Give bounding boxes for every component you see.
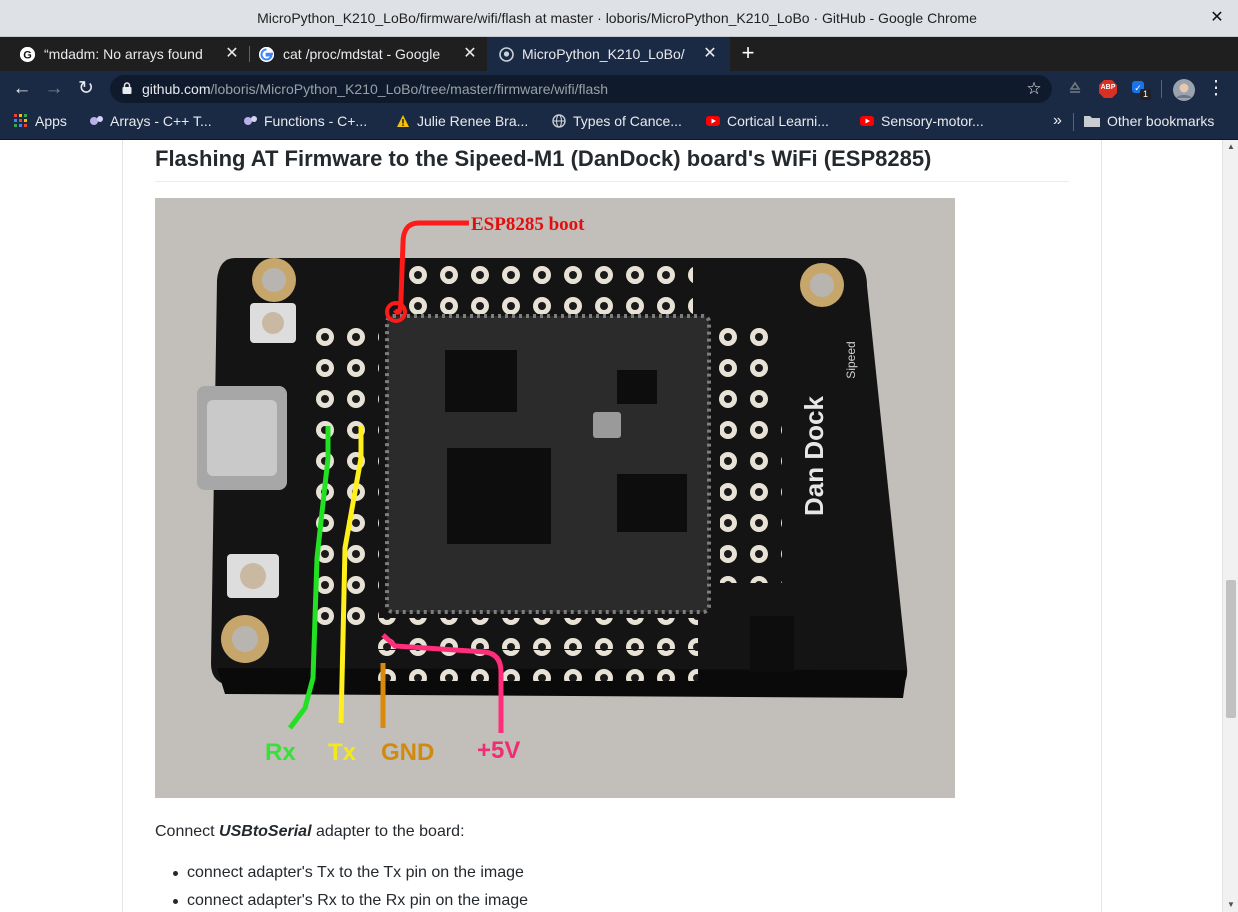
youtube-icon [860,109,874,126]
address-bar[interactable]: github.com/loboris/MicroPython_K210_LoBo… [110,75,1052,103]
para-emphasis: USBtoSerial [219,823,312,840]
g-letter-icon: G [20,47,35,62]
bookmarks-overflow-button[interactable]: » [1053,107,1062,135]
recycle-extension-icon[interactable] [1066,79,1084,99]
bookmark-label: Arrays - C++ T... [110,113,212,129]
back-button[interactable]: ← [10,77,34,101]
bookmark-label: Functions - C+... [264,113,368,129]
figure-label-tx: Tx [328,739,357,766]
tab-strip: G “mdadm: No arrays found ✕ cat /proc/md… [0,37,1238,71]
tab-label: MicroPython_K210_LoBo/ [522,46,685,62]
bookmark-label: Apps [35,113,67,129]
bookmark-label: Types of Cance... [573,113,682,129]
bookmarks-bar: Apps Arrays - C++ T... Functions - C+...… [0,107,1238,140]
adblock-icon[interactable]: ABP [1098,79,1118,99]
para-prefix: Connect [155,823,220,840]
tab-label: “mdadm: No arrays found [44,46,203,62]
new-tab-button[interactable]: + [736,37,760,71]
lock-icon [122,82,132,94]
extension-badge-icon[interactable]: ✓ 1 [1130,79,1154,100]
url-path: /loboris/MicroPython_K210_LoBo/tree/mast… [210,81,609,97]
scroll-down-button[interactable]: ▼ [1223,898,1238,912]
adblock-label: ABP [1100,84,1116,91]
github-icon [499,47,514,62]
browser-toolbar: ← → ↻ github.com/loboris/MicroPython_K21… [0,71,1238,107]
figure-label-gnd: GND [381,739,434,766]
figure-label-5v: +5V [477,737,520,764]
extension-badge-count: 1 [1140,89,1151,100]
para-suffix: adapter to the board: [311,823,465,840]
bookmark-label: Sensory-motor... [881,113,984,129]
tab-mdadm[interactable]: G “mdadm: No arrays found ✕ [0,37,250,71]
svg-text:G: G [23,50,32,62]
scrollbar-thumb[interactable] [1226,580,1236,718]
globe-icon [552,109,566,128]
cpp-icon [89,109,103,125]
url-host: github.com [142,81,211,97]
folder-icon [1084,109,1100,127]
bookmarks-divider [1073,113,1074,131]
connect-paragraph: Connect USBtoSerial adapter to the board… [155,823,465,841]
heading-divider [155,181,1069,182]
section-heading: Flashing AT Firmware to the Sipeed-M1 (D… [155,146,932,171]
window-close-button[interactable]: ✕ [1208,8,1226,28]
tab-label: cat /proc/mdstat - Google [283,46,441,62]
tab-close-icon[interactable]: ✕ [224,46,240,62]
bookmark-star-icon[interactable]: ☆ [1024,78,1044,100]
window-title: MicroPython_K210_LoBo/firmware/wifi/flas… [257,10,977,26]
youtube-icon [706,109,720,126]
other-bookmarks-folder[interactable]: Other bookmarks [1084,107,1214,135]
toolbar-divider [1161,80,1162,98]
figure-label-boot: ESP8285 boot [471,214,585,235]
figure-label-rx: Rx [265,739,296,766]
tab-github[interactable]: MicroPython_K210_LoBo/ ✕ [487,37,730,71]
list-item: connect adapter's Rx to the Rx pin on th… [172,892,529,909]
board-brand-label: Dan Dock [799,396,829,516]
bookmark-cortical[interactable]: Cortical Learni... [706,107,829,135]
warning-icon [396,109,410,127]
profile-avatar[interactable] [1173,79,1195,101]
forward-button[interactable]: → [42,77,66,101]
page-scrollbar[interactable]: ▲ ▼ [1222,140,1238,912]
reload-button[interactable]: ↻ [74,77,98,101]
page-viewport: Flashing AT Firmware to the Sipeed-M1 (D… [0,140,1238,912]
board-sub-label: Sipeed [844,341,858,378]
tab-close-icon[interactable]: ✕ [702,46,718,62]
bookmark-label: Other bookmarks [1107,113,1215,129]
bookmark-julie[interactable]: Julie Renee Bra... [396,107,528,135]
bookmark-cancer[interactable]: Types of Cance... [552,107,682,135]
bookmark-apps[interactable]: Apps [14,107,67,135]
chrome-menu-icon[interactable]: ⋮ [1204,77,1228,101]
bookmark-arrays[interactable]: Arrays - C++ T... [89,107,212,135]
window-titlebar: MicroPython_K210_LoBo/firmware/wifi/flas… [0,0,1238,37]
tab-close-icon[interactable]: ✕ [462,46,478,62]
scroll-up-button[interactable]: ▲ [1223,140,1238,154]
url-text: github.com/loboris/MicroPython_K210_LoBo… [142,75,608,103]
apps-grid-icon [14,109,28,127]
bookmark-sensory[interactable]: Sensory-motor... [860,107,984,135]
bookmark-functions[interactable]: Functions - C+... [243,107,367,135]
google-icon [259,47,274,62]
list-item: connect adapter's Tx to the Tx pin on th… [173,864,524,881]
bookmark-label: Cortical Learni... [727,113,829,129]
bookmark-label: Julie Renee Bra... [417,113,529,129]
tab-mdstat[interactable]: cat /proc/mdstat - Google ✕ [250,37,487,71]
board-wiring-image: Dan Dock Sipeed ESP8285 boot Rx Tx GND +… [155,198,955,798]
cpp-icon [243,109,257,125]
